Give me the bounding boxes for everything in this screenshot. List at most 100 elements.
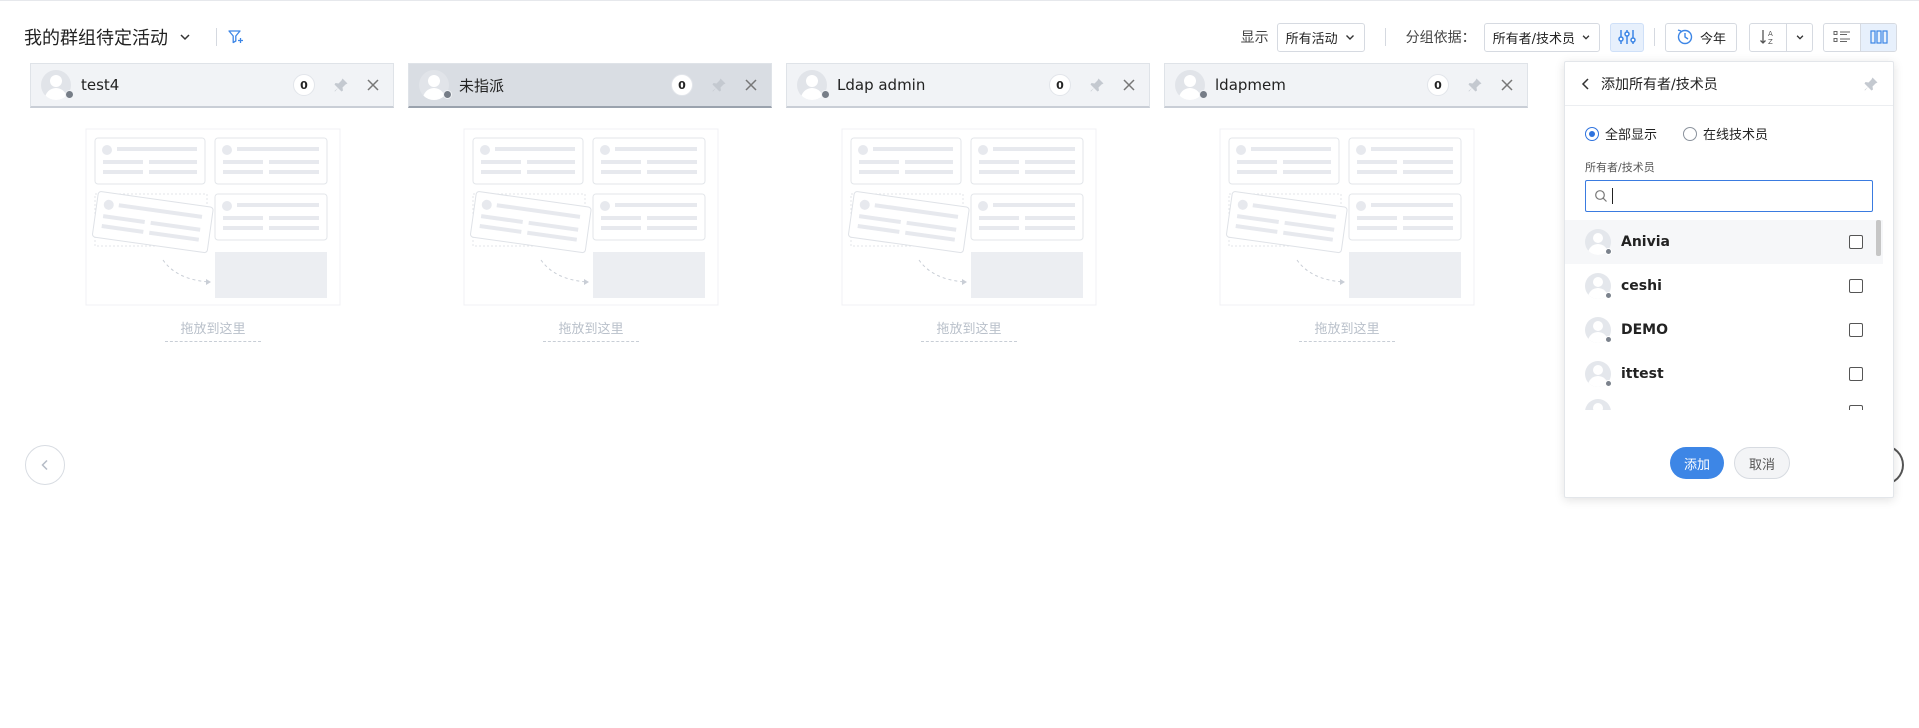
owner-field-label: 所有者/技术员 xyxy=(1585,161,1655,174)
scroll-left-button[interactable] xyxy=(25,445,65,485)
count-badge: 0 xyxy=(1427,74,1449,96)
drop-zone-hint: 拖放到这里 xyxy=(921,318,1017,342)
empty-column-illustration xyxy=(463,128,719,306)
divider xyxy=(1384,28,1386,46)
chevron-left-icon xyxy=(41,459,48,471)
period-button[interactable]: 今年 xyxy=(1664,22,1737,52)
count-badge: 0 xyxy=(1049,74,1071,96)
show-filter-value: 所有活动 xyxy=(1285,31,1338,47)
group-by-value: 所有者/技术员 xyxy=(1492,31,1575,47)
sort-dropdown-button[interactable] xyxy=(1786,23,1812,51)
owner-checkbox[interactable] xyxy=(1849,323,1863,337)
settings-sliders-button[interactable] xyxy=(1609,22,1644,52)
count-badge: 0 xyxy=(671,74,693,96)
list-scrollbar[interactable] xyxy=(1876,220,1881,256)
column-view-button[interactable] xyxy=(1860,23,1896,51)
empty-column-illustration xyxy=(85,128,341,306)
chevron-down-icon xyxy=(1582,35,1590,40)
owner-list-item[interactable]: ittest xyxy=(1565,352,1883,396)
list-view-button[interactable] xyxy=(1824,24,1860,51)
column-header[interactable]: Ldap admin 0 xyxy=(786,63,1150,108)
radio-show-all[interactable]: 全部显示 xyxy=(1585,124,1657,143)
close-icon[interactable] xyxy=(1119,75,1139,95)
radio-online-label: 在线技术员 xyxy=(1703,128,1769,143)
drop-zone-hint: 拖放到这里 xyxy=(1299,318,1395,342)
owner-list-item[interactable]: DEMO xyxy=(1565,308,1883,352)
radio-button[interactable] xyxy=(1585,126,1599,141)
sort-control: AZ xyxy=(1749,22,1813,52)
owner-search-field[interactable] xyxy=(1585,180,1873,212)
list-view-icon xyxy=(1833,31,1850,42)
pin-icon[interactable] xyxy=(1465,75,1485,95)
show-filter-select[interactable]: 所有活动 xyxy=(1276,22,1365,52)
status-dot xyxy=(65,90,74,99)
column-header[interactable]: test4 0 xyxy=(30,63,394,108)
owner-list-item[interactable]: ceshi xyxy=(1565,264,1883,308)
panel-footer: 添加 取消 xyxy=(1565,447,1895,479)
back-icon[interactable] xyxy=(1577,75,1595,93)
status-dot xyxy=(1605,336,1612,343)
owner-checkbox[interactable] xyxy=(1849,235,1863,249)
drop-zone-hint: 拖放到这里 xyxy=(165,318,261,342)
calendar-clock-icon xyxy=(1677,29,1693,45)
empty-column-illustration xyxy=(1219,128,1475,306)
empty-column-illustration xyxy=(841,128,1097,306)
owner-checkbox[interactable] xyxy=(1849,279,1863,293)
pin-icon[interactable] xyxy=(1087,75,1107,95)
sort-az-button[interactable]: AZ xyxy=(1750,24,1786,51)
column-name: Ldap admin xyxy=(837,76,926,94)
group-by-select[interactable]: 所有者/技术员 xyxy=(1483,22,1600,52)
sliders-icon xyxy=(1618,30,1636,44)
close-icon[interactable] xyxy=(363,75,383,95)
pin-icon[interactable] xyxy=(331,75,351,95)
pin-icon[interactable] xyxy=(709,75,729,95)
owner-checkbox[interactable] xyxy=(1849,405,1863,410)
status-dot xyxy=(1605,292,1612,299)
page-title[interactable]: 我的群组待定活动 xyxy=(24,24,168,50)
sort-az-icon: AZ xyxy=(1760,30,1773,46)
toolbar: 显示 所有活动 分组依据： 所有者/技术员 今年 AZ xyxy=(1241,22,1897,52)
add-filter-icon[interactable] xyxy=(225,26,247,48)
visibility-radios: 全部显示 在线技术员 xyxy=(1585,124,1768,143)
count-badge: 0 xyxy=(293,74,315,96)
panel-title: 添加所有者/技术员 xyxy=(1601,76,1718,93)
cancel-button[interactable]: 取消 xyxy=(1734,447,1791,479)
close-icon[interactable] xyxy=(1497,75,1517,95)
status-dot xyxy=(1605,248,1612,255)
chevron-down-icon[interactable] xyxy=(176,28,194,46)
avatar xyxy=(1585,399,1611,410)
column-header[interactable]: 未指派 0 xyxy=(408,63,772,108)
owner-checkbox[interactable] xyxy=(1849,367,1863,381)
owner-list-item[interactable]: Anivia xyxy=(1565,220,1883,264)
view-title-bar: 我的群组待定活动 xyxy=(24,24,247,50)
divider xyxy=(1653,28,1655,46)
owner-name: ceshi xyxy=(1621,278,1662,294)
text-cursor xyxy=(1612,188,1613,204)
search-icon xyxy=(1595,190,1607,202)
owner-name: ittest xyxy=(1621,366,1664,382)
radio-show-all-label: 全部显示 xyxy=(1605,128,1658,143)
drop-zone-hint: 拖放到这里 xyxy=(543,318,639,342)
radio-online-technicians[interactable]: 在线技术员 xyxy=(1683,124,1768,143)
column-header[interactable]: ldapmem 0 xyxy=(1164,63,1528,108)
add-button[interactable]: 添加 xyxy=(1669,447,1724,479)
panel-header: 添加所有者/技术员 xyxy=(1565,62,1893,106)
group-by-label: 分组依据： xyxy=(1405,30,1476,46)
owner-list: Anivia ceshi DEMO ittest xyxy=(1565,220,1883,410)
radio-button[interactable] xyxy=(1683,126,1698,141)
pin-icon[interactable] xyxy=(1861,74,1881,94)
owner-name: Anivia xyxy=(1621,234,1670,250)
column-name: test4 xyxy=(81,76,120,94)
chevron-down-icon xyxy=(1345,35,1354,40)
add-owner-panel: 添加所有者/技术员 全部显示 在线技术员 所有者/技术员 Anivia ceshi… xyxy=(1564,61,1894,498)
show-label: 显示 xyxy=(1240,30,1269,46)
svg-text:Z: Z xyxy=(1768,38,1773,46)
owner-search-input[interactable] xyxy=(1621,184,1864,208)
status-dot xyxy=(443,90,452,99)
owner-list-item-partial[interactable] xyxy=(1565,396,1883,410)
status-dot xyxy=(1605,380,1612,387)
status-dot xyxy=(1199,90,1208,99)
svg-text:A: A xyxy=(1768,30,1773,38)
close-icon[interactable] xyxy=(741,75,761,95)
divider xyxy=(216,28,217,46)
